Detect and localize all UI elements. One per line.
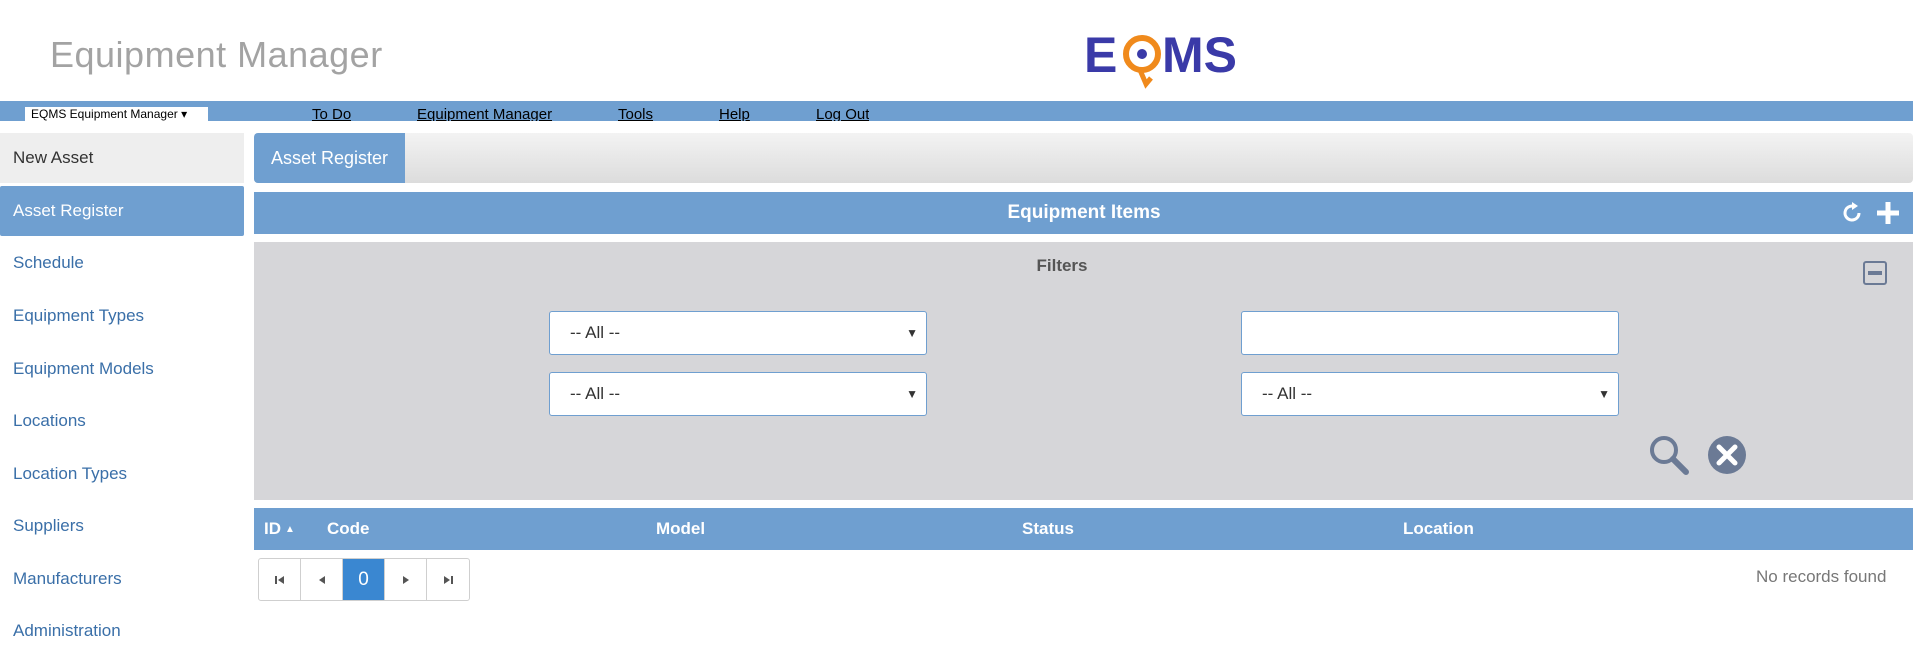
current-page-button[interactable]: 0 (343, 559, 385, 600)
first-page-icon[interactable] (259, 559, 301, 600)
column-header-code[interactable]: Code (327, 508, 370, 550)
sidebar-item-new-asset[interactable]: New Asset (0, 133, 244, 183)
nav-link-todo[interactable]: To Do (312, 107, 351, 121)
column-header-status[interactable]: Status (1022, 508, 1074, 550)
status-select[interactable]: -- All -- ▼ (549, 372, 927, 416)
eqms-logo: E MS (1084, 27, 1237, 89)
app-header: Equipment Manager E MS (0, 0, 1913, 101)
grid-header: ID ▲ Code Model Status Location (254, 508, 1913, 550)
panel-title: Equipment Items (1007, 202, 1161, 223)
status-select-value: -- All -- (570, 384, 621, 403)
nav-link-logout[interactable]: Log Out (816, 107, 869, 121)
sidebar-item-location-types[interactable]: Location Types (0, 449, 244, 499)
column-header-location[interactable]: Location (1403, 508, 1474, 550)
top-navbar: EQMS Equipment Manager ▾ To Do Equipment… (0, 101, 1913, 121)
sort-ascending-icon: ▲ (285, 523, 295, 535)
sidebar-item-suppliers[interactable]: Suppliers (0, 501, 244, 551)
chevron-down-icon: ▼ (906, 387, 918, 401)
nav-link-help[interactable]: Help (719, 107, 750, 121)
location-select[interactable]: -- All -- ▼ (1241, 372, 1619, 416)
sidebar-item-administration[interactable]: Administration (0, 606, 244, 656)
panel-header: Equipment Items (254, 192, 1913, 234)
column-header-id[interactable]: ID ▲ (264, 508, 295, 551)
app-title: Equipment Manager (50, 34, 383, 75)
tab-asset-register[interactable]: Asset Register (254, 133, 405, 183)
column-header-model[interactable]: Model (656, 508, 705, 550)
nav-link-tools[interactable]: Tools (618, 107, 653, 121)
no-records-message: No records found (1756, 567, 1887, 586)
svg-text:E: E (1084, 27, 1117, 83)
refresh-icon[interactable] (1839, 200, 1865, 226)
collapse-icon[interactable] (1863, 261, 1887, 285)
model-select[interactable]: -- All -- ▼ (549, 311, 927, 355)
sidebar-item-locations[interactable]: Locations (0, 396, 244, 446)
tab-bar: Asset Register (254, 133, 1913, 183)
search-icon[interactable] (1648, 434, 1690, 476)
last-page-icon[interactable] (427, 559, 469, 600)
chevron-down-icon: ▼ (906, 326, 918, 340)
filters-panel: Filters Model -- All -- ▼ Code Status --… (254, 242, 1913, 500)
chevron-down-icon: ▼ (1598, 387, 1610, 401)
model-select-value: -- All -- (570, 323, 621, 342)
nav-link-equipment-manager[interactable]: Equipment Manager (417, 107, 552, 121)
pager: 0 (258, 558, 470, 601)
clear-filters-icon[interactable] (1706, 434, 1748, 476)
svg-text:MS: MS (1162, 27, 1237, 83)
app-switcher-select[interactable]: EQMS Equipment Manager ▾ (25, 107, 208, 121)
sidebar-item-equipment-types[interactable]: Equipment Types (0, 291, 244, 341)
next-page-icon[interactable] (385, 559, 427, 600)
add-icon[interactable] (1875, 200, 1901, 226)
location-select-value: -- All -- (1262, 384, 1313, 403)
filters-title: Filters (1036, 256, 1088, 275)
sidebar-item-schedule[interactable]: Schedule (0, 238, 244, 288)
sidebar-item-asset-register[interactable]: Asset Register (0, 186, 244, 236)
code-input[interactable] (1241, 311, 1619, 355)
prev-page-icon[interactable] (301, 559, 343, 600)
column-header-id-label: ID (264, 519, 281, 538)
sidebar-item-equipment-models[interactable]: Equipment Models (0, 344, 244, 394)
sidebar-item-manufacturers[interactable]: Manufacturers (0, 554, 244, 604)
